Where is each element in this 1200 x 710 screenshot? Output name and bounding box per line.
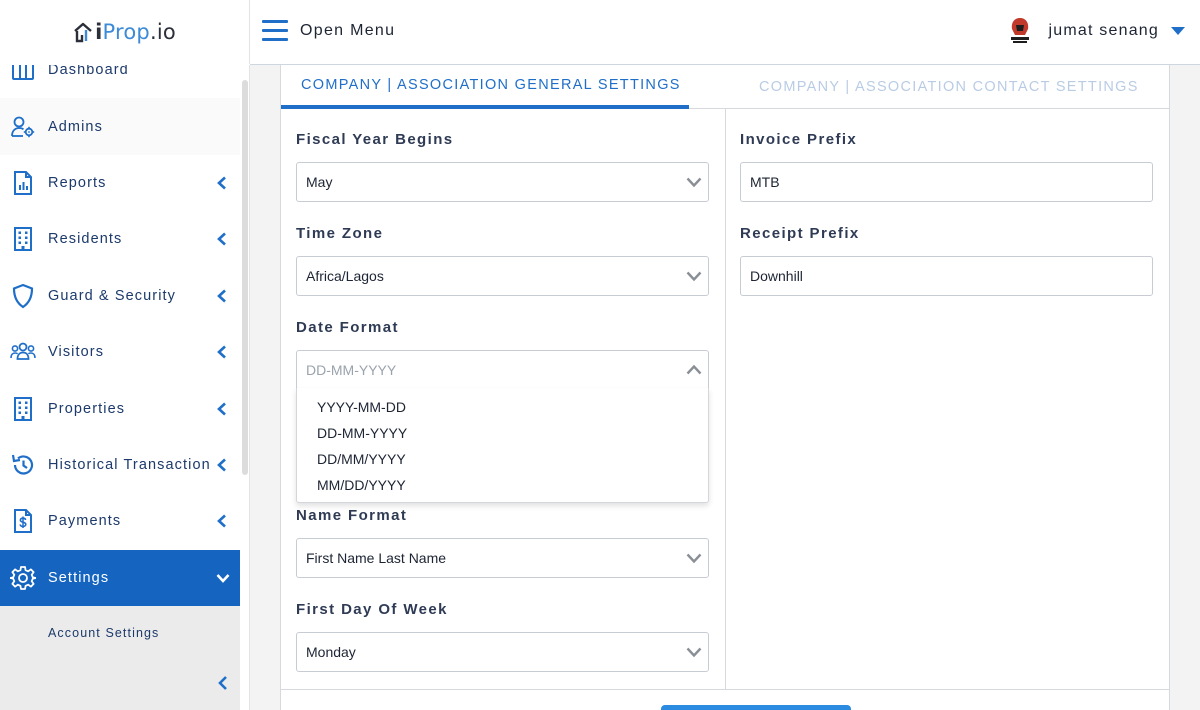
time-zone-label: Time Zone: [296, 225, 384, 242]
invoice-prefix-input[interactable]: MTB: [740, 162, 1153, 202]
sidebar-item-label: Historical Transaction: [48, 456, 211, 473]
first-day-value: Monday: [306, 644, 356, 660]
tab-general-settings[interactable]: COMPANY | ASSOCIATION GENERAL SETTINGS: [281, 65, 689, 109]
dropdown-option[interactable]: DD/MM/YYYY: [297, 446, 708, 472]
fiscal-year-value: May: [306, 174, 333, 190]
sidebar-item-label: Visitors: [48, 344, 105, 361]
sidebar-item-dashboard[interactable]: Dashboard: [0, 65, 240, 98]
users-icon: [10, 339, 36, 365]
date-format-label: Date Format: [296, 319, 399, 336]
brand-text-prop: Prop: [102, 20, 150, 44]
date-format-placeholder: DD-MM-YYYY: [306, 362, 397, 378]
receipt-prefix-label: Receipt Prefix: [740, 225, 860, 242]
brand-logo[interactable]: i Prop .io: [73, 20, 176, 44]
sidebar-item-properties[interactable]: Properties: [0, 380, 240, 436]
collapse-sidebar-chevron-icon[interactable]: [216, 675, 230, 691]
invoice-dollar-icon: [10, 508, 36, 534]
avatar: [1010, 18, 1029, 43]
dropdown-option[interactable]: MM/DD/YYYY: [297, 472, 708, 498]
time-zone-value: Africa/Lagos: [306, 268, 384, 284]
sidebar-item-reports[interactable]: Reports: [0, 155, 240, 211]
sidebar-item-label: Reports: [48, 174, 107, 191]
date-format-dropdown: YYYY-MM-DD DD-MM-YYYY DD/MM/YYYY MM/DD/Y…: [296, 388, 709, 503]
chevron-left-icon: [217, 232, 226, 246]
sidebar-item-label: Residents: [48, 231, 123, 248]
sidebar-item-label: Payments: [48, 513, 122, 530]
chevron-down-icon: [686, 553, 702, 564]
sidebar-item-label: Admins: [48, 118, 103, 135]
sidebar-nav: Dashboard Admins Reports Residents Guard…: [0, 65, 240, 710]
building-icon: [10, 396, 36, 422]
chevron-left-icon: [217, 345, 226, 359]
caret-down-icon: [1171, 27, 1185, 35]
fiscal-year-label: Fiscal Year Begins: [296, 131, 454, 148]
column-divider: [725, 109, 726, 689]
name-format-label: Name Format: [296, 507, 408, 524]
fiscal-year-select[interactable]: May: [296, 162, 709, 202]
sidebar: Dashboard Admins Reports Residents Guard…: [0, 65, 250, 710]
time-zone-select[interactable]: Africa/Lagos: [296, 256, 709, 296]
first-day-label: First Day Of Week: [296, 601, 448, 618]
invoice-prefix-value: MTB: [750, 174, 780, 190]
sidebar-item-label: Dashboard: [48, 65, 129, 79]
dashboard-icon: [10, 65, 36, 83]
chevron-left-icon: [217, 402, 226, 415]
first-day-select[interactable]: Monday: [296, 632, 709, 672]
chevron-down-icon: [686, 177, 702, 188]
dropdown-option[interactable]: DD-MM-YYYY: [297, 420, 708, 446]
top-bar: Open Menu jumat senang: [250, 0, 1200, 65]
history-icon: [10, 452, 36, 478]
chevron-down-icon: [686, 647, 702, 658]
chevron-left-icon: [217, 514, 226, 528]
house-logo-icon: [74, 22, 92, 43]
sidebar-item-label: Properties: [48, 400, 126, 417]
open-menu-label[interactable]: Open Menu: [300, 22, 395, 40]
save-button[interactable]: [661, 705, 851, 710]
sidebar-item-visitors[interactable]: Visitors: [0, 324, 240, 380]
tab-contact-settings[interactable]: COMPANY | ASSOCIATION CONTACT SETTINGS: [759, 65, 1139, 109]
sidebar-item-residents[interactable]: Residents: [0, 211, 240, 267]
user-menu[interactable]: jumat senang: [1005, 16, 1185, 46]
brand-text-io: .io: [149, 20, 176, 44]
name-format-value: First Name Last Name: [306, 550, 447, 566]
shield-icon: [10, 283, 36, 309]
settings-submenu: Account Settings: [0, 605, 240, 710]
admin-user-gear-icon: [10, 114, 36, 140]
chevron-down-icon: [686, 271, 702, 282]
chevron-up-icon: [686, 364, 702, 375]
dropdown-option[interactable]: YYYY-MM-DD: [297, 394, 708, 420]
chevron-left-icon: [217, 458, 226, 472]
settings-tabs: COMPANY | ASSOCIATION GENERAL SETTINGS C…: [281, 65, 1169, 109]
sidebar-item-admins[interactable]: Admins: [0, 98, 240, 155]
name-format-select[interactable]: First Name Last Name: [296, 538, 709, 578]
user-name: jumat senang: [1048, 22, 1159, 39]
sidebar-item-settings[interactable]: Settings: [0, 549, 240, 606]
sidebar-item-payments[interactable]: Payments: [0, 493, 240, 549]
building-icon: [10, 226, 36, 252]
main-content: COMPANY | ASSOCIATION GENERAL SETTINGS C…: [250, 65, 1200, 710]
receipt-prefix-value: Downhill: [750, 268, 803, 284]
report-icon: [10, 170, 36, 196]
gear-icon: [10, 565, 36, 591]
invoice-prefix-label: Invoice Prefix: [740, 131, 858, 148]
form-footer-divider: [281, 689, 1169, 690]
hamburger-menu-icon[interactable]: [262, 20, 288, 44]
logo-area: i Prop .io: [0, 0, 250, 64]
date-format-select[interactable]: DD-MM-YYYY: [296, 350, 709, 390]
sidebar-subitem-account-settings[interactable]: Account Settings: [48, 626, 159, 640]
chevron-left-icon: [217, 176, 226, 190]
sidebar-item-historical-transaction[interactable]: Historical Transaction: [0, 437, 240, 493]
sidebar-item-label: Guard & Security: [48, 287, 177, 304]
chevron-left-icon: [217, 289, 226, 303]
receipt-prefix-input[interactable]: Downhill: [740, 256, 1153, 296]
brand-text-i: i: [95, 20, 103, 44]
chevron-down-icon: [216, 573, 230, 583]
sidebar-item-guard-security[interactable]: Guard & Security: [0, 268, 240, 324]
sidebar-scrollbar[interactable]: [242, 80, 248, 475]
sidebar-item-label: Settings: [48, 569, 110, 586]
